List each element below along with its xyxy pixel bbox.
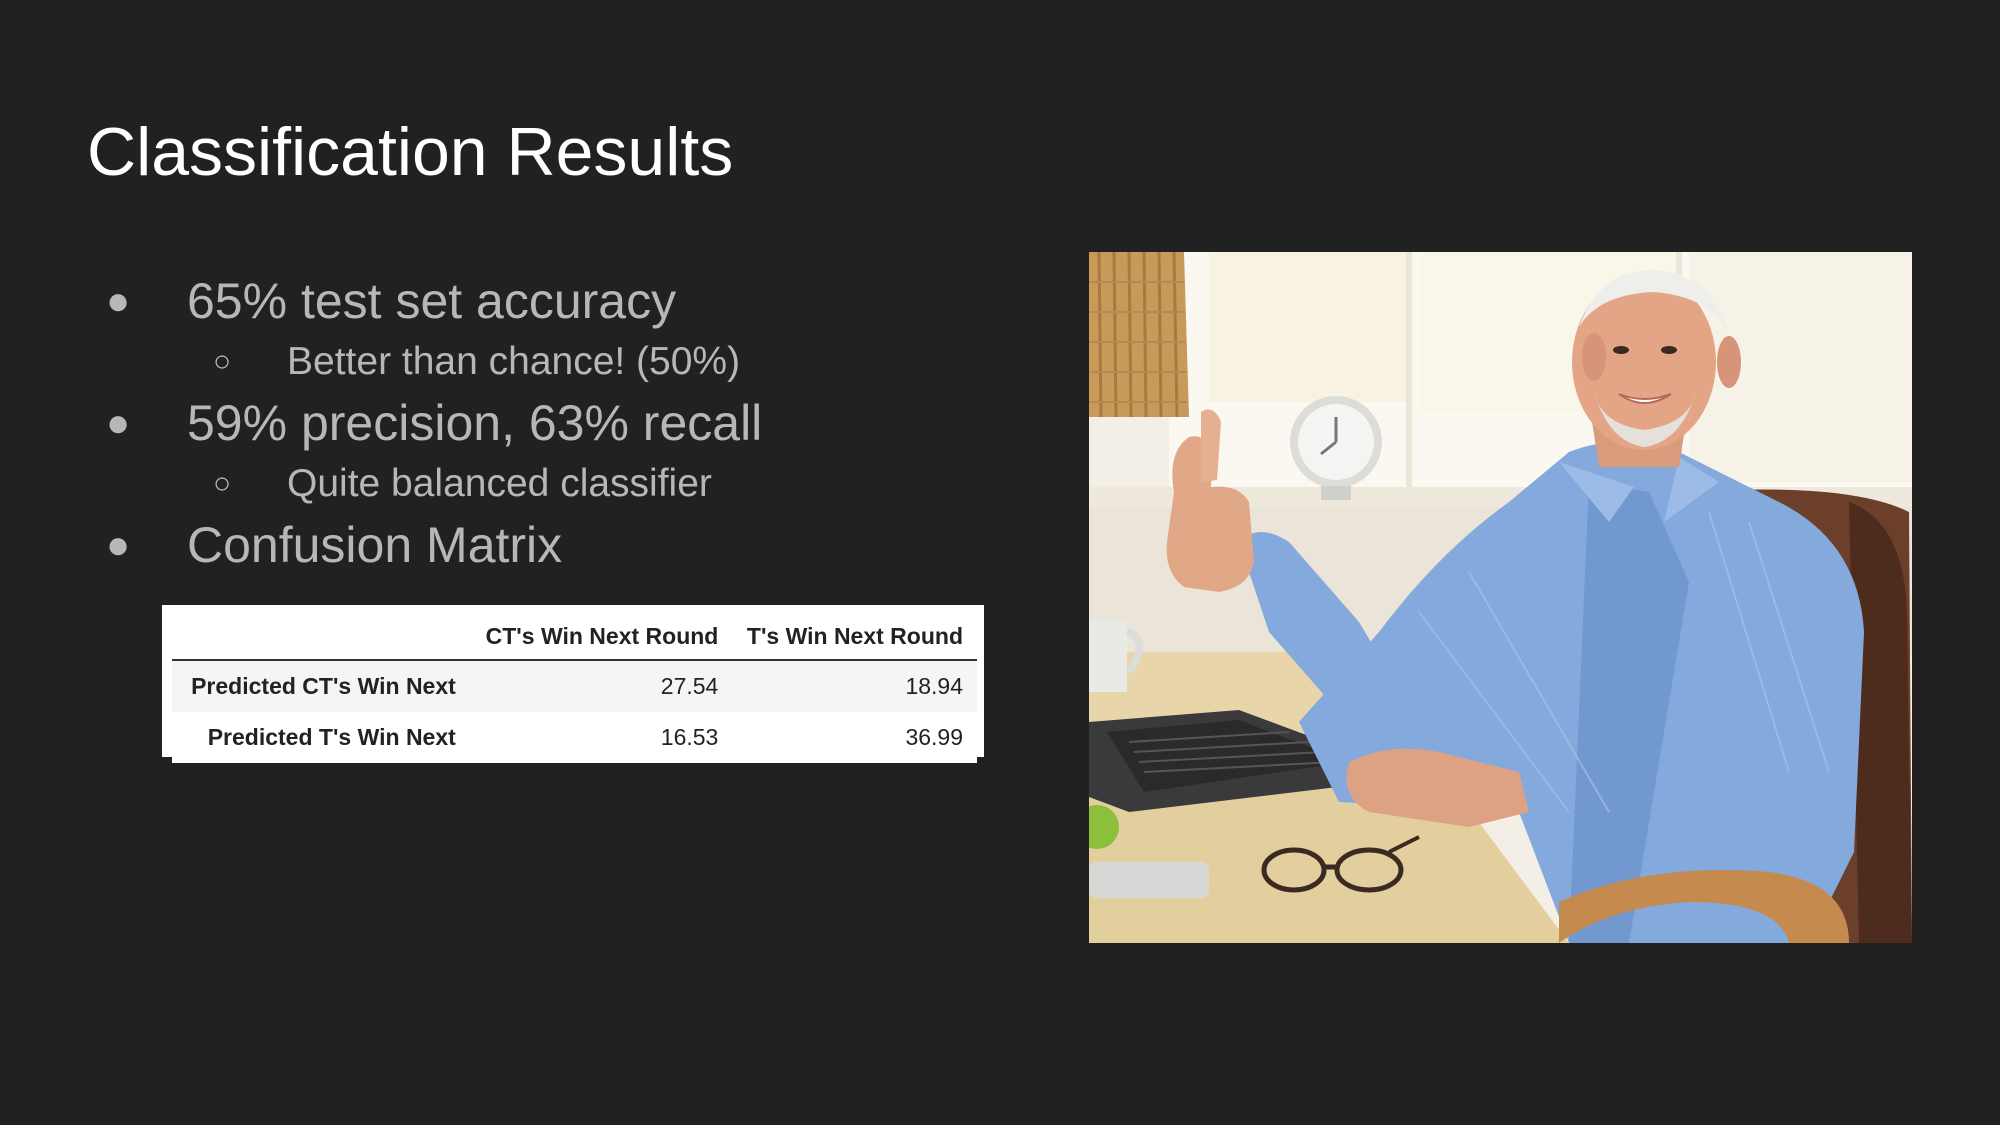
- bullet-text: 59% precision, 63% recall: [187, 395, 763, 451]
- slide: Classification Results ● 65% test set ac…: [0, 0, 2000, 1125]
- row-label: Predicted CT's Win Next: [191, 673, 456, 699]
- smiling-man-thumbs-up-photo: [1089, 252, 1912, 943]
- bullet-list: ● 65% test set accuracy ○ Better than ch…: [0, 270, 1000, 576]
- bullet-marker: ●: [106, 523, 131, 567]
- table-cell: 16.53: [660, 724, 719, 750]
- bullet-text: Confusion Matrix: [187, 517, 563, 573]
- bullet-text: 65% test set accuracy: [187, 273, 677, 329]
- sub-bullet-item: ○ Better than chance! (50%): [0, 332, 1000, 392]
- bullet-item: ● 65% test set accuracy: [0, 270, 1000, 332]
- table-cell: 36.99: [905, 724, 963, 750]
- sub-bullet-item: ○ Quite balanced classifier: [0, 454, 1000, 514]
- table-cell: 27.54: [660, 673, 719, 699]
- sub-bullet-text: Quite balanced classifier: [287, 462, 712, 505]
- sub-bullet-marker: ○: [213, 345, 232, 378]
- header-cell: T's Win Next Round: [732, 613, 977, 661]
- sub-bullet-marker: ○: [213, 467, 232, 500]
- row-label: Predicted T's Win Next: [207, 724, 456, 750]
- header-cell-empty: [172, 613, 470, 661]
- table-row: Predicted CT's Win Next 27.54 18.94: [172, 660, 977, 712]
- table-header-row: CT's Win Next Round T's Win Next Round: [172, 613, 977, 661]
- sub-bullet-text: Better than chance! (50%): [287, 340, 741, 383]
- bullet-marker: ●: [106, 401, 131, 445]
- confusion-matrix-table: CT's Win Next Round T's Win Next Round P…: [162, 605, 984, 763]
- table-cell: 18.94: [905, 673, 963, 699]
- bullet-marker: ●: [106, 279, 131, 323]
- bullet-item: ● 59% precision, 63% recall: [0, 392, 1000, 454]
- table-row: Predicted T's Win Next 16.53 36.99: [172, 712, 977, 763]
- slide-title: Classification Results: [87, 114, 734, 190]
- header-cell: CT's Win Next Round: [469, 613, 733, 661]
- bullet-item: ● Confusion Matrix: [0, 514, 1000, 576]
